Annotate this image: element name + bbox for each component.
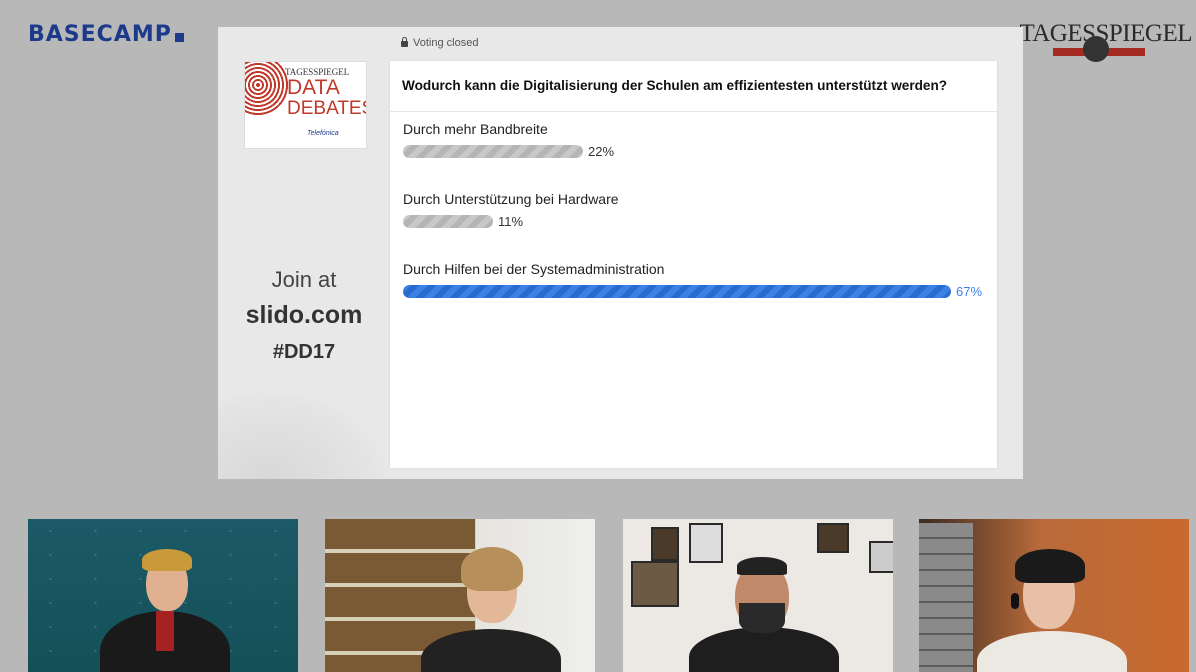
logo-sponsor: Telefónica (307, 130, 339, 137)
rings-icon (245, 62, 289, 116)
option-label: Durch mehr Bandbreite (403, 121, 548, 137)
data-debates-logo: TAGESSPIEGEL DATA DEBATES Telefónica (244, 61, 367, 149)
participant-video-2[interactable] (325, 519, 595, 672)
participant-video-strip (0, 519, 1196, 672)
poll-card: Wodurch kann die Digitalisierung der Sch… (390, 61, 997, 468)
lock-icon (401, 37, 408, 47)
participant-video-4[interactable] (919, 519, 1189, 672)
wall-frame (651, 527, 679, 561)
participant-beard (739, 603, 785, 633)
participant-body (689, 627, 839, 672)
poll-option: Durch Unterstützung bei Hardware 11% (403, 191, 619, 229)
logo-line2: DEBATES (287, 98, 367, 119)
result-bar (403, 215, 493, 228)
participant-body (977, 631, 1127, 672)
basecamp-logo: BASECAMP (28, 22, 184, 47)
participant-video-1[interactable] (28, 519, 298, 672)
event-code: #DD17 (272, 341, 336, 363)
tagesspiegel-logo: TAGESSPIEGEL (1019, 20, 1192, 62)
participant-hair (1015, 549, 1085, 583)
participant-hair (737, 557, 787, 575)
option-label: Durch Hilfen bei der Systemadministratio… (403, 261, 665, 277)
voting-status: Voting closed (401, 37, 478, 49)
poll-option: Durch Hilfen bei der Systemadministratio… (403, 261, 982, 299)
globe-icon (1083, 36, 1110, 62)
option-label: Durch Unterstützung bei Hardware (403, 191, 619, 207)
slido-poll-screen: Voting closed TAGESSPIEGEL DATA DEBATES … (218, 27, 1023, 479)
join-url: slido.com (245, 301, 363, 329)
wall-frame (869, 541, 893, 573)
poll-question: Wodurch kann die Digitalisierung der Sch… (402, 78, 948, 93)
participant-shirt (156, 611, 174, 651)
background-decoration (218, 389, 390, 479)
result-percent: 22% (588, 144, 615, 159)
divider (390, 111, 997, 112)
headset-icon (1011, 593, 1019, 609)
logo-line1: DATA (287, 76, 340, 99)
participant-hair (142, 549, 192, 571)
poll-option: Durch mehr Bandbreite 22% (403, 121, 614, 159)
wall-frame (689, 523, 723, 563)
participant-video-3[interactable] (623, 519, 893, 672)
participant-hair (461, 547, 523, 591)
result-bar (403, 145, 583, 158)
wall-frame (631, 561, 679, 607)
join-prompt: Join at (271, 267, 337, 292)
result-percent: 11% (498, 214, 524, 229)
wall-frame (817, 523, 849, 553)
shelf-drawers (919, 523, 973, 672)
result-bar (403, 285, 951, 298)
result-percent: 67% (956, 284, 983, 299)
